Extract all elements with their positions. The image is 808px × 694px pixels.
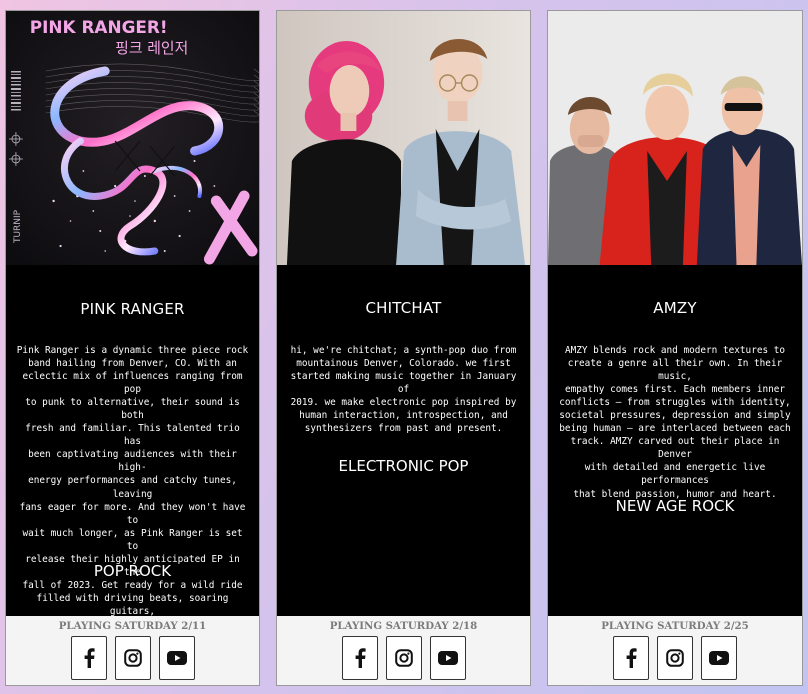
- card-footer: PLAYING SATURDAY 2/25: [548, 616, 802, 685]
- youtube-button[interactable]: [158, 636, 195, 680]
- youtube-icon: [166, 651, 187, 665]
- playing-date: PLAYING SATURDAY 2/25: [601, 620, 749, 632]
- band-bio: Pink Ranger is a dynamic three piece roc…: [16, 345, 249, 656]
- instagram-icon: [394, 649, 413, 667]
- youtube-button[interactable]: [429, 636, 466, 680]
- band-name: CHITCHAT: [365, 299, 442, 317]
- band-card-chitchat: CHITCHAT hi, we're chitchat; a synth-pop…: [276, 10, 531, 686]
- band-bio: hi, we're chitchat; a synth-pop duo from…: [290, 345, 517, 435]
- instagram-button[interactable]: [657, 636, 693, 680]
- amzy-band-photo: [548, 11, 802, 265]
- facebook-icon: [355, 648, 366, 668]
- playing-date: PLAYING SATURDAY 2/11: [58, 620, 207, 632]
- instagram-icon: [666, 649, 684, 667]
- band-genre: POP ROCK: [93, 562, 172, 580]
- facebook-button[interactable]: [613, 636, 649, 680]
- band-genre: ELECTRONIC POP: [338, 457, 469, 475]
- instagram-button[interactable]: [114, 636, 151, 680]
- poster-korean-title: 핑크 레인저: [115, 39, 188, 57]
- youtube-icon: [709, 651, 729, 665]
- chitchat-band-photo: [277, 11, 530, 265]
- instagram-icon: [123, 649, 142, 667]
- band-genre: NEW AGE ROCK: [615, 497, 735, 515]
- band-card-amzy: AMZY AMZY blends rock and modern texture…: [547, 10, 803, 686]
- band-name: PINK RANGER: [80, 300, 185, 318]
- facebook-icon: [626, 648, 637, 668]
- instagram-button[interactable]: [385, 636, 422, 680]
- poster-title: PINK RANGER!: [30, 17, 168, 37]
- band-name: AMZY: [653, 299, 697, 317]
- poster-side-text: TURNIP: [13, 209, 23, 244]
- pink-ranger-poster-image: TURNIP PINK RANGER! 핑크 레인저: [6, 11, 259, 265]
- card-footer: PLAYING SATURDAY 2/11: [6, 616, 259, 685]
- social-links: [548, 636, 802, 680]
- facebook-button[interactable]: [70, 636, 107, 680]
- band-card-pink-ranger: TURNIP PINK RANGER! 핑크 레인저 PINK RANGER P…: [5, 10, 260, 686]
- facebook-button[interactable]: [341, 636, 378, 680]
- youtube-button[interactable]: [701, 636, 737, 680]
- social-links: [6, 636, 259, 680]
- facebook-icon: [84, 648, 95, 668]
- band-bio: AMZY blends rock and modern textures to …: [559, 345, 791, 500]
- social-links: [277, 636, 530, 680]
- playing-date: PLAYING SATURDAY 2/18: [329, 620, 478, 632]
- youtube-icon: [437, 651, 458, 665]
- card-footer: PLAYING SATURDAY 2/18: [277, 616, 530, 685]
